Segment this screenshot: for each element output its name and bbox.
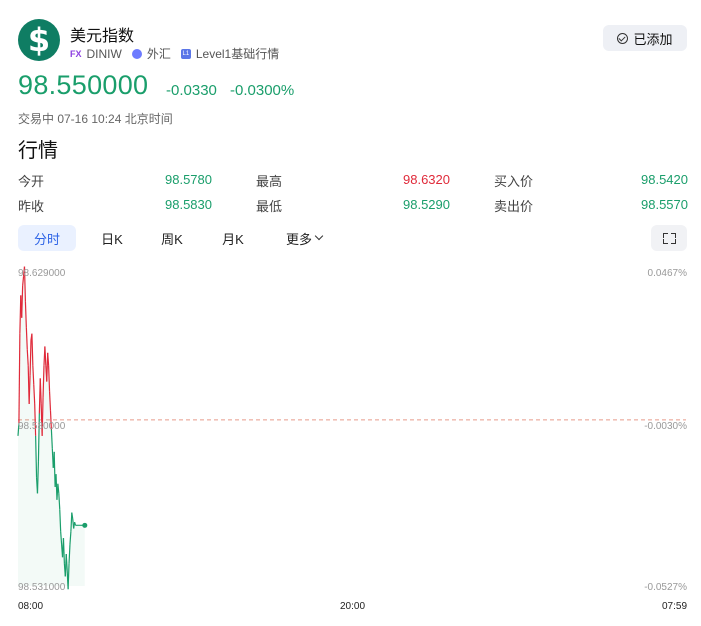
x-tick: 20:00 — [340, 601, 366, 612]
y-left-tick: 98.580000 — [18, 421, 66, 432]
y-right-tick: -0.0030% — [644, 421, 687, 432]
intraday-chart[interactable] — [0, 0, 701, 626]
x-tick: 07:59 — [662, 601, 688, 612]
y-left-tick: 98.531000 — [18, 582, 66, 593]
y-left-tick: 98.629000 — [18, 268, 66, 279]
y-right-tick: -0.0527% — [644, 582, 687, 593]
y-right-tick: 0.0467% — [647, 268, 687, 279]
current-price-dot — [82, 522, 88, 528]
x-tick: 08:00 — [18, 601, 44, 612]
